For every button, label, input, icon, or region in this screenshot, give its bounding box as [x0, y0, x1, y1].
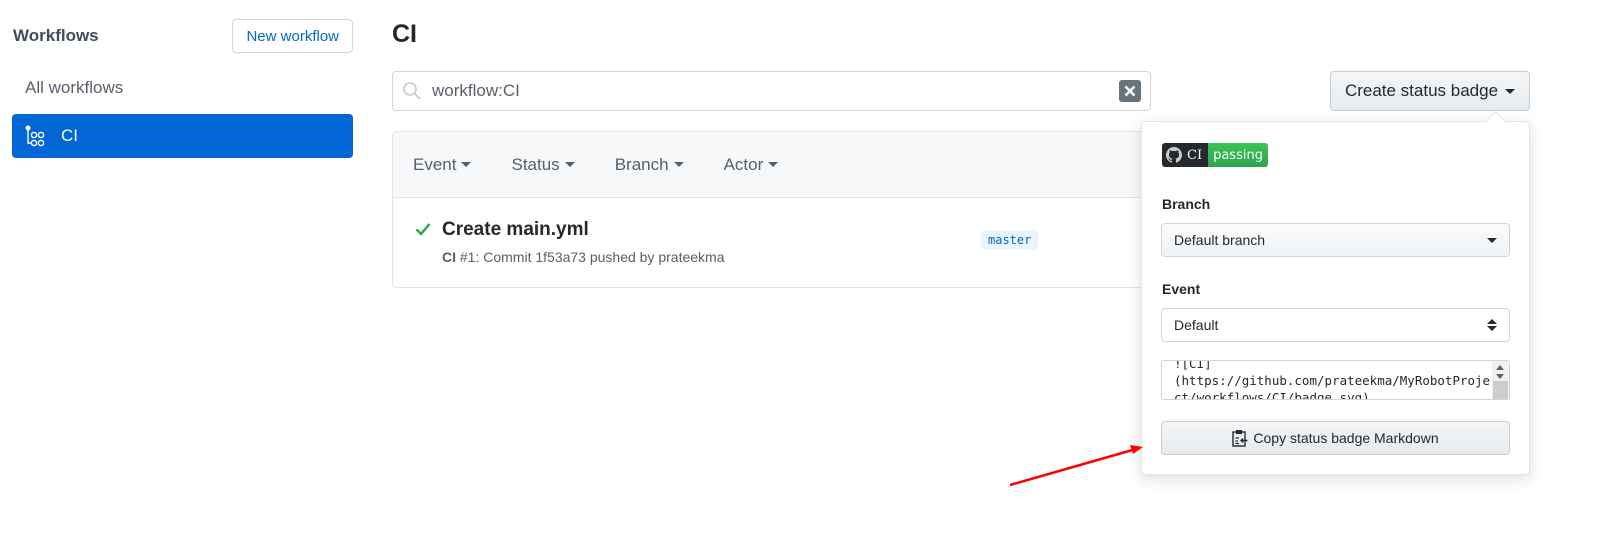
badge-label-text: CI [1187, 147, 1203, 163]
caret-down-icon [1487, 237, 1497, 243]
search-field[interactable] [392, 71, 1151, 111]
new-workflow-button[interactable]: New workflow [232, 19, 353, 53]
clipboard-icon [1232, 430, 1248, 447]
page-title: CI [392, 20, 417, 48]
caret-down-icon [1505, 88, 1516, 94]
badge-markdown-textarea[interactable] [1162, 361, 1492, 399]
sidebar-header: Workflows New workflow [12, 18, 353, 54]
search-input[interactable] [430, 80, 1119, 102]
badge-markdown-field[interactable] [1161, 360, 1510, 400]
caret-down-icon [564, 162, 575, 167]
copy-button-label: Copy status badge Markdown [1253, 430, 1439, 446]
select-arrows-icon [1487, 319, 1497, 331]
table-row[interactable]: Create main.yml CI #1: Commit 1f53a73 pu… [393, 198, 1151, 287]
runs-filter-bar: Event Status Branch Actor [393, 132, 1151, 198]
filter-label: Branch [614, 154, 669, 174]
arrow-shaft [1009, 447, 1137, 487]
branch-label: Branch [1162, 196, 1211, 212]
close-icon [1124, 85, 1136, 97]
filter-label: Status [511, 154, 560, 174]
caret-down-icon [768, 162, 779, 167]
filter-status[interactable]: Status [511, 154, 575, 175]
workflows-sidebar: Workflows New workflow All workflows CI [12, 18, 353, 158]
filter-event[interactable]: Event [413, 154, 472, 175]
run-workflow-name: CI [442, 249, 456, 265]
run-title-link[interactable]: Create main.yml [442, 219, 589, 241]
scroll-thumb[interactable] [1493, 381, 1508, 399]
button-label: Create status badge [1344, 81, 1499, 100]
sidebar-item-ci[interactable]: CI [12, 114, 353, 158]
event-select-value: Default [1174, 317, 1219, 333]
run-meta: CI #1: Commit 1f53a73 pushed by prateekm… [442, 249, 725, 265]
status-badge-preview: CI passing [1162, 143, 1268, 167]
workflow-runs-list: Event Status Branch Actor Create main.ym… [392, 131, 1152, 288]
copy-status-badge-button[interactable]: Copy status badge Markdown [1161, 421, 1510, 455]
github-icon [1166, 147, 1182, 163]
run-details: #1: Commit 1f53a73 pushed by prateekma [459, 249, 725, 265]
filter-branch[interactable]: Branch [615, 155, 684, 175]
sidebar-item-label: CI [61, 126, 78, 145]
badge-label: CI [1162, 143, 1209, 167]
create-status-badge-button[interactable]: Create status badge [1330, 71, 1530, 111]
filter-label: Event [413, 154, 457, 174]
status-badge-popover: CI passing Branch Default branch Event D… [1141, 121, 1530, 475]
branch-select[interactable]: Default branch [1161, 223, 1510, 257]
caret-down-icon [461, 162, 472, 167]
event-label: Event [1162, 281, 1201, 297]
check-icon [415, 223, 431, 236]
clear-search-button[interactable] [1119, 80, 1141, 102]
sidebar-title: Workflows [13, 26, 99, 45]
branch-select-value: Default branch [1174, 232, 1266, 248]
badge-status: passing [1208, 143, 1268, 167]
filter-label: Actor [723, 154, 764, 174]
branch-tag[interactable]: master [981, 230, 1039, 250]
workflow-icon [25, 125, 45, 147]
caret-down-icon [673, 162, 684, 167]
event-select[interactable]: Default [1161, 308, 1510, 342]
search-icon [403, 82, 421, 100]
sidebar-item-all-workflows[interactable]: All workflows [12, 68, 353, 108]
filter-actor[interactable]: Actor [724, 155, 779, 175]
scroll-down-icon[interactable] [1496, 374, 1504, 379]
scroll-up-icon[interactable] [1496, 365, 1504, 370]
textarea-scrollbar[interactable] [1492, 361, 1509, 399]
